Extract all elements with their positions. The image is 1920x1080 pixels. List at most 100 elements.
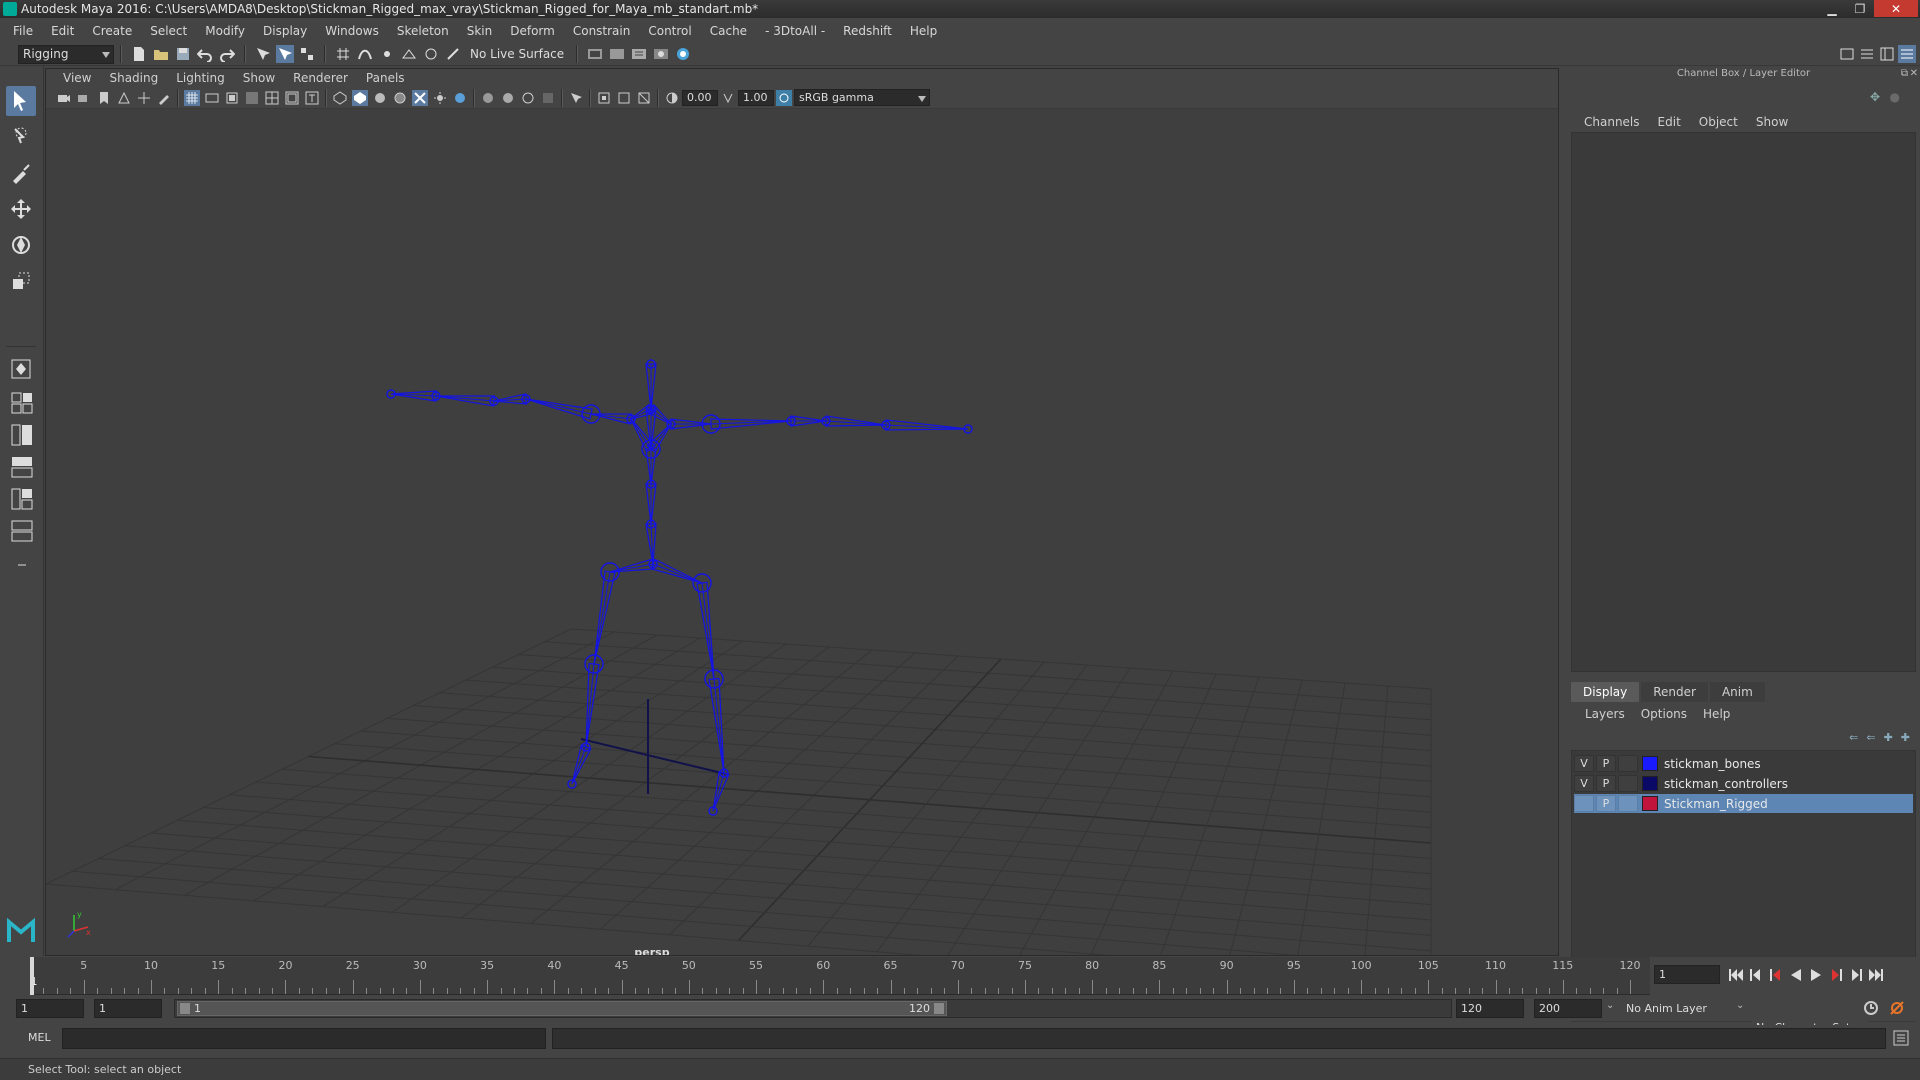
snap-live-icon[interactable] bbox=[422, 45, 440, 63]
step-back-key-icon[interactable] bbox=[1746, 965, 1766, 985]
smooth-shade-icon[interactable] bbox=[352, 89, 368, 106]
new-layer-from-selection-icon[interactable]: ✚ bbox=[1901, 731, 1910, 744]
channel-box-icon[interactable] bbox=[1898, 45, 1916, 63]
menu-file[interactable]: File bbox=[4, 24, 42, 38]
menu-constrain[interactable]: Constrain bbox=[564, 24, 640, 38]
ipr-render-icon[interactable] bbox=[608, 45, 626, 63]
grease-pencil-icon[interactable] bbox=[156, 90, 172, 106]
bone[interactable] bbox=[712, 770, 730, 812]
layer-row[interactable]: V P stickman_controllers bbox=[1574, 774, 1913, 793]
script-language-toggle[interactable]: MEL bbox=[28, 1031, 51, 1044]
menu-help[interactable]: Help bbox=[901, 24, 946, 38]
menu-skin[interactable]: Skin bbox=[458, 24, 502, 38]
layout-four-icon[interactable] bbox=[7, 390, 37, 416]
anim-layer-dropdown-icon[interactable]: ⌄ bbox=[1606, 1000, 1614, 1011]
play-backwards-icon[interactable] bbox=[1786, 965, 1806, 985]
layout-persp-graph-icon[interactable] bbox=[7, 454, 37, 480]
le-menu-options[interactable]: Options bbox=[1633, 707, 1695, 721]
field-chart-icon[interactable] bbox=[264, 90, 280, 106]
menu-create[interactable]: Create bbox=[83, 24, 141, 38]
menu-cache[interactable]: Cache bbox=[701, 24, 756, 38]
layer-playback-toggle[interactable]: P bbox=[1596, 795, 1616, 812]
safe-title-icon[interactable] bbox=[304, 90, 320, 106]
bone[interactable] bbox=[435, 395, 496, 407]
tab-display[interactable]: Display bbox=[1571, 682, 1640, 702]
snap-point-icon[interactable] bbox=[378, 45, 396, 63]
hypershade-icon[interactable] bbox=[652, 45, 670, 63]
time-ruler[interactable]: 1 5 10 15 20 25 30 35 40 45 50 55 60 65 70 75 80 85 90 95 10… bbox=[30, 957, 1650, 995]
viewport-scene[interactable]: y x persp bbox=[46, 109, 1558, 955]
layer-playback-toggle[interactable]: P bbox=[1596, 775, 1616, 792]
menuset-dropdown[interactable]: Rigging bbox=[18, 44, 114, 64]
auto-keyframe-icon[interactable] bbox=[1862, 999, 1880, 1020]
shadows-icon[interactable] bbox=[452, 90, 468, 106]
grid-toggle-icon[interactable] bbox=[184, 89, 200, 106]
layout-uv-editor-icon[interactable] bbox=[7, 518, 37, 544]
current-frame-field[interactable]: 1 bbox=[1654, 965, 1720, 984]
range-slider-track[interactable]: 1 120 bbox=[174, 999, 1452, 1018]
new-layer-icon[interactable]: ✚ bbox=[1884, 731, 1893, 744]
layer-row[interactable]: P Stickman_Rigged bbox=[1574, 794, 1913, 813]
channel-box-area[interactable] bbox=[1571, 132, 1916, 672]
film-gate-icon[interactable] bbox=[204, 90, 220, 106]
vp-menu-show[interactable]: Show bbox=[234, 71, 284, 85]
command-input[interactable] bbox=[62, 1028, 546, 1049]
attribute-editor-icon[interactable] bbox=[1858, 45, 1876, 63]
menu-3dtoall[interactable]: - 3DtoAll - bbox=[756, 24, 834, 38]
snap-curve-icon[interactable] bbox=[356, 45, 374, 63]
close-button[interactable]: ✕ bbox=[1874, 0, 1918, 17]
vp-menu-panels[interactable]: Panels bbox=[357, 71, 414, 85]
undo-icon[interactable] bbox=[196, 45, 214, 63]
bone[interactable] bbox=[593, 570, 616, 665]
save-scene-icon[interactable] bbox=[174, 45, 192, 63]
layout-persp-outliner-icon[interactable] bbox=[7, 422, 37, 448]
multisample-aa-icon[interactable] bbox=[520, 90, 536, 106]
le-menu-layers[interactable]: Layers bbox=[1577, 707, 1633, 721]
two-d-pan-icon[interactable] bbox=[136, 90, 152, 106]
script-editor-icon[interactable] bbox=[1892, 1029, 1910, 1050]
xray-icon[interactable] bbox=[596, 90, 612, 106]
panel-close-icon[interactable]: ✕ bbox=[1910, 68, 1918, 79]
layer-color-swatch[interactable] bbox=[1642, 776, 1658, 791]
view-transform-dropdown[interactable]: sRGB gamma bbox=[794, 89, 930, 106]
camera-select-icon[interactable] bbox=[56, 90, 72, 106]
layout-single-icon[interactable] bbox=[6, 354, 36, 384]
wireframe-on-shaded-icon[interactable] bbox=[392, 90, 408, 106]
layer-display-type[interactable] bbox=[1618, 795, 1638, 812]
current-time-indicator[interactable] bbox=[30, 957, 34, 995]
time-slider[interactable]: 1 5 10 15 20 25 30 35 40 45 50 55 60 65 70 75 80 85 90 95 10… bbox=[0, 957, 1920, 997]
move-layer-down-icon[interactable]: ⇐ bbox=[1866, 731, 1875, 744]
isolate-select-icon[interactable] bbox=[568, 90, 584, 106]
panel-float-icon[interactable]: ⧉ bbox=[1901, 68, 1908, 79]
move-tool-icon[interactable] bbox=[6, 194, 36, 224]
open-scene-icon[interactable] bbox=[152, 45, 170, 63]
select-tool-icon[interactable] bbox=[6, 86, 36, 116]
stickman-skeleton[interactable] bbox=[386, 359, 973, 816]
use-all-lights-icon[interactable] bbox=[432, 90, 448, 106]
layer-display-type[interactable] bbox=[1618, 755, 1638, 772]
vp-menu-view[interactable]: View bbox=[54, 71, 100, 85]
tab-anim[interactable]: Anim bbox=[1709, 682, 1765, 702]
xray-active-icon[interactable] bbox=[616, 90, 632, 106]
play-forwards-icon[interactable] bbox=[1806, 965, 1826, 985]
redo-icon[interactable] bbox=[218, 45, 236, 63]
exposure-icon[interactable] bbox=[664, 90, 680, 106]
le-menu-help[interactable]: Help bbox=[1695, 707, 1738, 721]
safe-action-icon[interactable] bbox=[284, 90, 300, 106]
menu-windows[interactable]: Windows bbox=[316, 24, 388, 38]
gate-mask-icon[interactable] bbox=[244, 90, 260, 106]
anim-layer-dropdown[interactable]: No Anim Layer bbox=[1622, 999, 1742, 1018]
playback-end-field[interactable]: 120 bbox=[1456, 999, 1524, 1018]
layer-row[interactable]: V P stickman_bones bbox=[1574, 754, 1913, 773]
layer-playback-toggle[interactable]: P bbox=[1596, 755, 1616, 772]
default-material-icon[interactable] bbox=[372, 90, 388, 106]
restore-button[interactable]: ❐ bbox=[1846, 0, 1874, 17]
cb-menu-show[interactable]: Show bbox=[1747, 115, 1797, 129]
snap-view-plane-icon[interactable] bbox=[400, 45, 418, 63]
layer-visibility-toggle[interactable]: V bbox=[1574, 755, 1594, 772]
gamma-icon[interactable] bbox=[720, 90, 736, 106]
snap-grid-icon[interactable] bbox=[334, 45, 352, 63]
tool-settings-icon[interactable] bbox=[1878, 45, 1896, 63]
motion-blur-icon[interactable] bbox=[500, 90, 516, 106]
menu-deform[interactable]: Deform bbox=[501, 24, 564, 38]
